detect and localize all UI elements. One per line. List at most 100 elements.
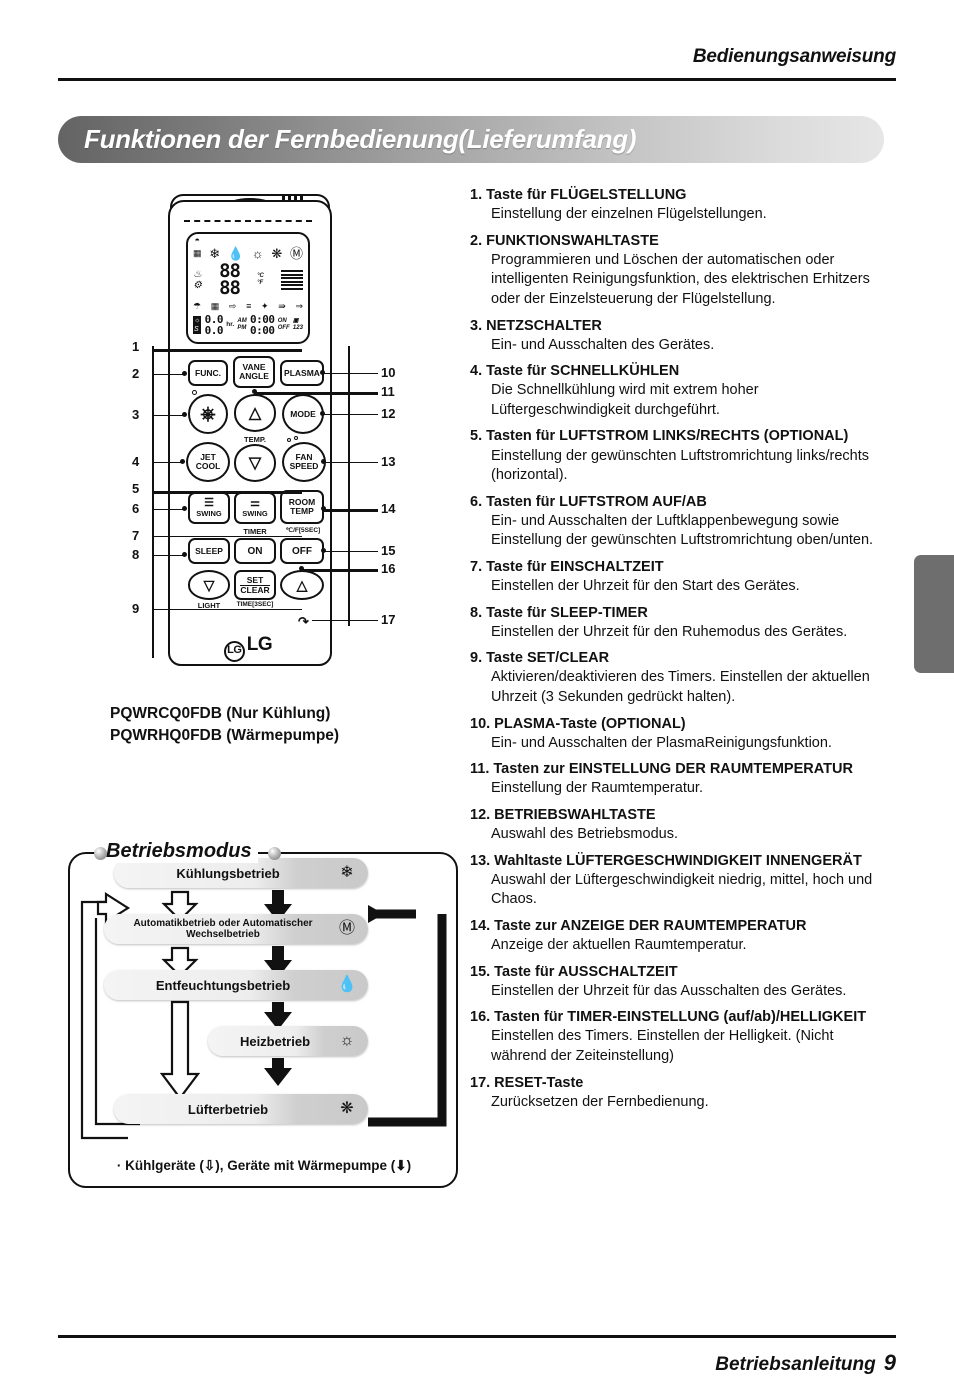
set-clear-button[interactable]: SET CLEAR [234,570,276,600]
timer-section-label: TIMER [243,527,267,536]
callout-14-leader [323,509,378,512]
swing-up-down-button[interactable]: ⚌ SWING [234,492,276,524]
instruction-body: Die Schnellkühlung wird mit extrem hoher… [491,382,759,418]
temp-up-button[interactable]: △ [234,394,276,432]
fan-level-bars-icon [280,270,303,290]
lcd-digit-row: ♨ ⚙ 88 88 °C °F [193,261,303,299]
instruction-item: 1. Taste für FLÜGELSTELLUNG Einstellung d… [470,186,880,225]
timer-on-button[interactable]: ON [234,538,276,564]
ai-icon: Ⓜ [338,920,355,937]
instruction-item: 9. Taste SET/CLEAR Aktivieren/deaktiviere… [470,649,880,707]
snowflake-icon: ❄ [340,864,354,881]
temp-down-button[interactable]: ▽ [234,444,276,482]
lock-icon: ▣ [292,318,299,324]
callout-11: 11 [381,384,395,399]
reset-icon[interactable]: ↷ [298,614,309,630]
page-title-bar: Funktionen der Fernbedienung(Lieferumfan… [58,116,884,163]
instruction-heading: 16. Tasten für TIMER-EINSTELLUNG (auf/ab… [470,1009,867,1026]
room-temp-sub-label: ℃/F[5SEC] [285,527,321,534]
chevron-down-icon: ▽ [203,576,215,593]
mode-step-fan: Lüfterbetrieb ❋ [114,1094,368,1124]
footer: Betriebsanleitung 9 [715,1350,896,1376]
lg-wordmark: LG [246,634,273,655]
instruction-heading: 12. BETRIEBSWAHLTASTE [470,806,656,823]
instruction-item: 13. Wahltaste LÜFTERGESCHWINDIGKEIT INNE… [470,852,880,910]
jet-cool-button[interactable]: JET COOL [186,442,230,482]
instruction-heading: 13. Wahltaste LÜFTERGESCHWINDIGKEIT INNE… [470,852,862,869]
callout-8-leader [152,555,185,556]
manual-page: Bedienungsanweisung Funktionen der Fernb… [0,0,954,1400]
instruction-heading: 9. Taste SET/CLEAR [470,650,610,667]
instruction-heading: 17. RESET-Taste [470,1074,584,1091]
swing-horizontal-icon: ☰ [204,497,214,509]
room-temp-button[interactable]: ROOM TEMP [280,490,324,524]
timer-up-button[interactable]: △ [280,570,324,600]
time-sub-label: TIME[3SEC] [236,601,274,608]
callout-7: 7 [132,528,140,543]
callout-4-dot [180,459,185,464]
func-button[interactable]: FUNC. [188,360,228,386]
callout-3-leader [152,415,185,416]
instruction-body: Ein- und Ausschalten der Luftklappenbewe… [491,512,874,549]
timer-on-label: ON [247,545,263,557]
callout-8-dot [182,552,187,557]
lcd-mode-glyph-row: ☂ ▦ ⇨ ≡ ✦ ⇛ ⇒ [193,299,303,313]
callout-14: 14 [381,501,396,516]
temperature-digits: 88 88 [219,262,241,298]
callout-2: 2 [132,366,140,381]
ampm-labels: AM PM [237,318,246,332]
mode-button-label: MODE [290,408,316,419]
callout-12-leader [322,414,378,415]
instruction-item: 10. PLASMA-Taste (OPTIONAL) Ein- und Auss… [470,715,880,754]
title-knob-right [268,847,281,860]
instruction-heading: 14. Taste zur ANZEIGE DER RAUMTEMPERATUR [470,917,807,934]
instruction-body: Ein- und Ausschalten des Gerätes. [491,336,715,353]
sleep-button[interactable]: SLEEP [188,538,230,564]
instruction-item: 3. NETZSCHALTER Ein- und Ausschalten des … [470,317,880,356]
instruction-heading: 4. Taste für SCHNELLKÜHLEN [470,363,680,380]
callout-10-leader [322,373,378,374]
unit-fahrenheit: °F [257,280,264,286]
callout-6-dot [182,506,187,511]
model-numbers: PQWRCQ0FDB (Nur Kühlung) PQWRHQ0FDB (Wär… [110,703,339,748]
operation-mode-flow: Kühlungsbetrieb ❄ Automatikbetrieb oder … [68,852,458,1188]
instruction-heading: 1. Taste für FLÜGELSTELLUNG [470,187,687,203]
instruction-heading: 15. Taste für AUSSCHALTZEIT [470,963,678,980]
instruction-item: 11. Tasten zur EINSTELLUNG DER RAUMTEMPE… [470,760,880,799]
onoff-labels: ON OFF [278,318,290,332]
on-label: ON [277,318,287,324]
callout-17-leader [312,620,378,621]
left-callout-rail [152,346,154,658]
mode-button[interactable]: MODE [282,394,324,434]
am-label: AM [237,318,247,324]
callout-16-leader [301,569,378,572]
power-led-icon [192,390,197,395]
arrow-right-icon: ⇒ [295,300,303,311]
timer-off-label: OFF [292,545,312,557]
swing-right-label: SWING [242,509,268,518]
temp-label: TEMP. [244,435,266,444]
pm-label: PM [237,325,247,331]
power-button[interactable]: ⎈ [188,394,228,434]
power-icon: ⎈ [200,403,216,425]
instruction-body: Aktivieren/deaktivieren des Timers. Eins… [491,669,870,705]
plasma-button[interactable]: PLASMA [280,360,324,386]
lcd-timer-row: ☼ S 0.0 0.0 hr. AM PM 0:00 0:00 ON OFF ▣… [193,314,303,336]
fan-speed-button-label: FAN SPEED [289,452,319,471]
callout-6: 6 [132,501,140,516]
callout-8: 8 [132,547,140,562]
instruction-item: 8. Taste für SLEEP-TIMER Einstellen der U… [470,604,880,643]
timer-badge-1: ☼ [194,317,201,324]
instruction-item: 12. BETRIEBSWAHLTASTE Auswahl des Betrieb… [470,806,880,845]
light-down-button[interactable]: ▽ [188,570,230,600]
fan-speed-button[interactable]: FAN SPEED [282,442,326,482]
instruction-item: 2. FUNKTIONSWAHLTASTE Programmieren und L… [470,232,880,310]
instruction-body: Auswahl der Lüftergeschwindigkeit niedri… [491,871,873,908]
callout-15: 15 [381,543,396,558]
swing-left-right-button[interactable]: ☰ SWING [188,492,230,524]
vane-angle-button[interactable]: VANE ANGLE [233,356,275,388]
callout-12: 12 [381,406,396,421]
mode-step-heating-label: Heizbetrieb [239,1033,311,1049]
timer-off-button[interactable]: OFF [280,538,324,564]
mode-step-auto: Automatikbetrieb oder Automatischer Wech… [104,914,368,944]
